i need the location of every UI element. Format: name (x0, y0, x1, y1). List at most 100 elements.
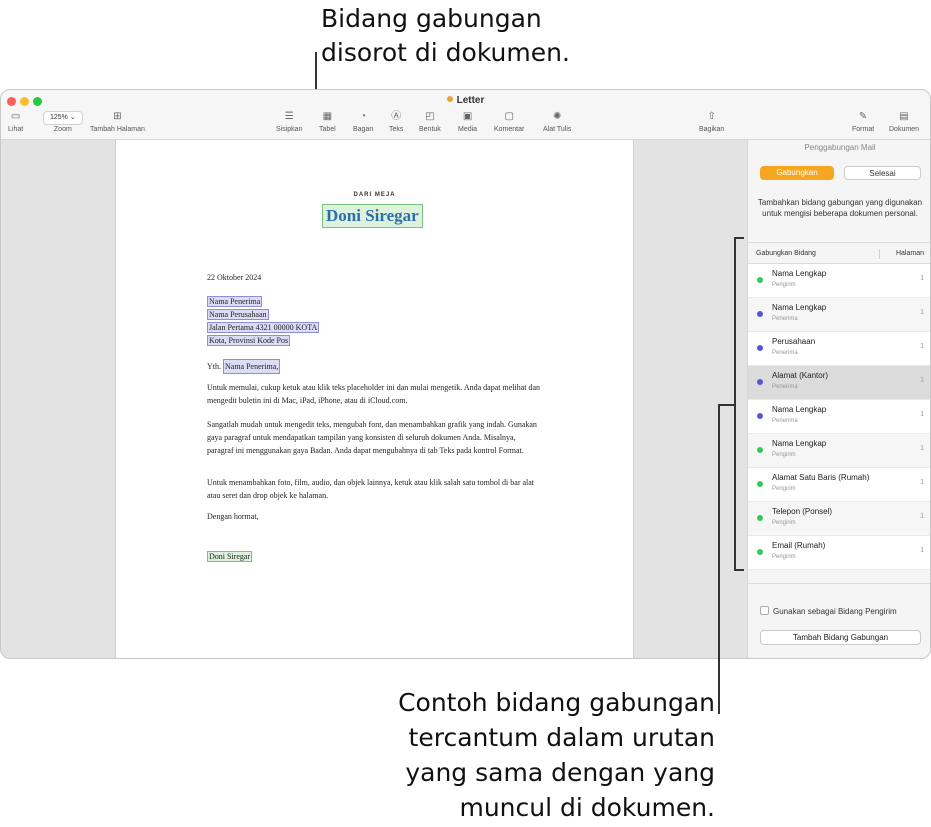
callout-bottom-line-3: yang sama dengan yang (405, 758, 715, 787)
writing-tools-icon: ✺ (553, 111, 562, 122)
list-item[interactable]: Perusahaan Penerima 1 (748, 332, 930, 366)
field-name: Nama Lengkap (772, 405, 827, 414)
pages-window: Letter ▭ Lihat 125% ⌄ Zoom ⊞ Tambah Hala… (0, 89, 931, 659)
letter-date[interactable]: 22 Oktober 2024 (207, 271, 261, 284)
callout-bottom-line-1: Contoh bidang gabungan (398, 688, 715, 717)
callout-bottom: Contoh bidang gabungan tercantum dalam u… (295, 685, 715, 825)
callout-top: Bidang gabungan disorot di dokumen. (321, 2, 741, 70)
list-item-selected[interactable]: Alamat (Kantor) Penerima 1 (748, 366, 930, 400)
field-page: 1 (920, 377, 924, 384)
media-button[interactable]: ▣ Media (458, 110, 477, 133)
field-source: Penerima (772, 350, 798, 356)
add-merge-field-button[interactable]: Tambah Bidang Gabungan (760, 630, 921, 645)
field-page: 1 (920, 275, 924, 282)
field-source: Penerima (772, 384, 798, 390)
merge-field-sender-name[interactable]: Doni Siregar (322, 204, 423, 228)
field-name: Nama Lengkap (772, 269, 827, 278)
use-as-sender-option[interactable]: Gunakan sebagai Bidang Pengirim (760, 606, 897, 616)
merge-fields-header: Gabungkan Bidang Halaman (748, 242, 930, 264)
document-icon: ▤ (899, 111, 909, 122)
list-item[interactable]: Nama Lengkap Penerima 1 (748, 400, 930, 434)
table-button[interactable]: ▦ Tabel (319, 110, 336, 133)
view-button[interactable]: ▭ Lihat (8, 110, 23, 133)
format-button[interactable]: ✎ Format (852, 110, 874, 133)
zoom-select[interactable]: 125% ⌄ (43, 111, 83, 125)
list-item[interactable]: Nama Lengkap Penerima 1 (748, 298, 930, 332)
body-paragraph-3[interactable]: Untuk menambahkan foto, film, audio, dan… (207, 476, 542, 502)
field-source-dot (757, 549, 763, 555)
field-page: 1 (920, 479, 924, 486)
column-header-page[interactable]: Halaman (896, 250, 924, 257)
use-as-sender-checkbox[interactable] (760, 606, 769, 615)
callout-top-line-1: Bidang gabungan (321, 4, 542, 33)
insert-button[interactable]: ☰ Sisipkan (276, 110, 302, 133)
list-item[interactable]: Nama Lengkap Pengirim 1 (748, 264, 930, 298)
done-button[interactable]: Selesai (844, 166, 921, 180)
shape-button[interactable]: ◰ Bentuk (419, 110, 441, 133)
field-name: Alamat (Kantor) (772, 371, 829, 380)
callout-bottom-leader-tick (718, 404, 735, 406)
column-header-field[interactable]: Gabungkan Bidang (756, 250, 816, 257)
closing[interactable]: Dengan hormat, (207, 510, 259, 523)
shape-icon: ◰ (425, 111, 435, 122)
field-source-dot (757, 481, 763, 487)
list-item[interactable]: Email (Rumah) Pengirim 1 (748, 536, 930, 570)
merge-field-signature[interactable]: Doni Siregar (207, 551, 253, 562)
merge-field-recipient-name[interactable]: Nama Penerima (207, 296, 263, 307)
merge-field-street[interactable]: Jalan Pertama 4321 00000 KOTA (207, 322, 320, 333)
field-page: 1 (920, 547, 924, 554)
comment-button[interactable]: ▢ Komentar (494, 110, 524, 133)
field-page: 1 (920, 513, 924, 520)
document-title: Letter (1, 95, 930, 106)
field-source: Penerima (772, 418, 798, 424)
mail-merge-sidebar: Penggabungan Mail Gabungkan Selesai Tamb… (747, 140, 930, 658)
field-name: Telepon (Ponsel) (772, 507, 833, 516)
zoom-control[interactable]: 125% ⌄ Zoom (43, 110, 83, 133)
add-page-icon: ⊞ (113, 111, 122, 122)
sidebar-icon: ▭ (10, 111, 21, 122)
field-source-dot (757, 413, 763, 419)
media-icon: ▣ (462, 111, 473, 122)
field-source: Pengirim (772, 282, 796, 288)
list-item[interactable]: Nama Lengkap Pengirim 1 (748, 434, 930, 468)
writing-tools-button[interactable]: ✺ Alat Tulis (543, 110, 571, 133)
chevron-down-icon: ⌄ (69, 114, 76, 121)
sidebar-divider (748, 583, 930, 584)
table-icon: ▦ (322, 111, 333, 122)
field-source-dot (757, 515, 763, 521)
field-page: 1 (920, 309, 924, 316)
callout-bottom-line-4: muncul di dokumen. (459, 793, 715, 822)
field-source-dot (757, 345, 763, 351)
field-source-dot (757, 277, 763, 283)
titlebar: Letter ▭ Lihat 125% ⌄ Zoom ⊞ Tambah Hala… (1, 90, 930, 140)
chart-button[interactable]: ◔ Bagan (353, 110, 373, 133)
callout-bottom-leader (718, 404, 720, 714)
field-name: Nama Lengkap (772, 303, 827, 312)
comment-icon: ▢ (504, 111, 514, 122)
merge-button[interactable]: Gabungkan (760, 166, 834, 180)
list-item[interactable]: Alamat Satu Baris (Rumah) Pengirim 1 (748, 468, 930, 502)
document-canvas[interactable]: DARI MEJA Doni Siregar 22 Oktober 2024 N… (1, 140, 747, 658)
document-button[interactable]: ▤ Dokumen (889, 110, 919, 133)
body-paragraph-2[interactable]: Sangatlah mudah untuk mengedit teks, men… (207, 418, 542, 457)
salutation: Yth. Nama Penerima, (207, 359, 281, 374)
field-source-dot (757, 311, 763, 317)
text-button[interactable]: Ⓐ Teks (389, 110, 403, 133)
add-page-button[interactable]: ⊞ Tambah Halaman (90, 110, 145, 133)
share-button[interactable]: ⇧ Bagikan (699, 110, 724, 133)
letter-page[interactable]: DARI MEJA Doni Siregar 22 Oktober 2024 N… (115, 140, 634, 658)
sidebar-title: Penggabungan Mail (804, 143, 876, 152)
merge-field-company[interactable]: Nama Perusahaan (207, 309, 269, 320)
chart-icon: ◔ (360, 111, 367, 122)
field-name: Perusahaan (772, 337, 816, 346)
merge-field-salutation-name[interactable]: Nama Penerima, (223, 359, 281, 374)
use-as-sender-label: Gunakan sebagai Bidang Pengirim (773, 607, 897, 616)
body-paragraph-1[interactable]: Untuk memulai, cukup ketuk atau klik tek… (207, 381, 542, 407)
merge-fields-list: Nama Lengkap Pengirim 1 Nama Lengkap Pen… (748, 264, 930, 570)
list-item[interactable]: Telepon (Ponsel) Pengirim 1 (748, 502, 930, 536)
callout-bottom-bracket-bottom (734, 569, 744, 571)
text-box-icon: Ⓐ (391, 111, 402, 122)
field-source: Penerima (772, 316, 798, 322)
merge-field-city[interactable]: Kota, Provinsi Kode Pos (207, 335, 291, 346)
sidebar-description: Tambahkan bidang gabungan yang digunakan… (757, 198, 923, 218)
